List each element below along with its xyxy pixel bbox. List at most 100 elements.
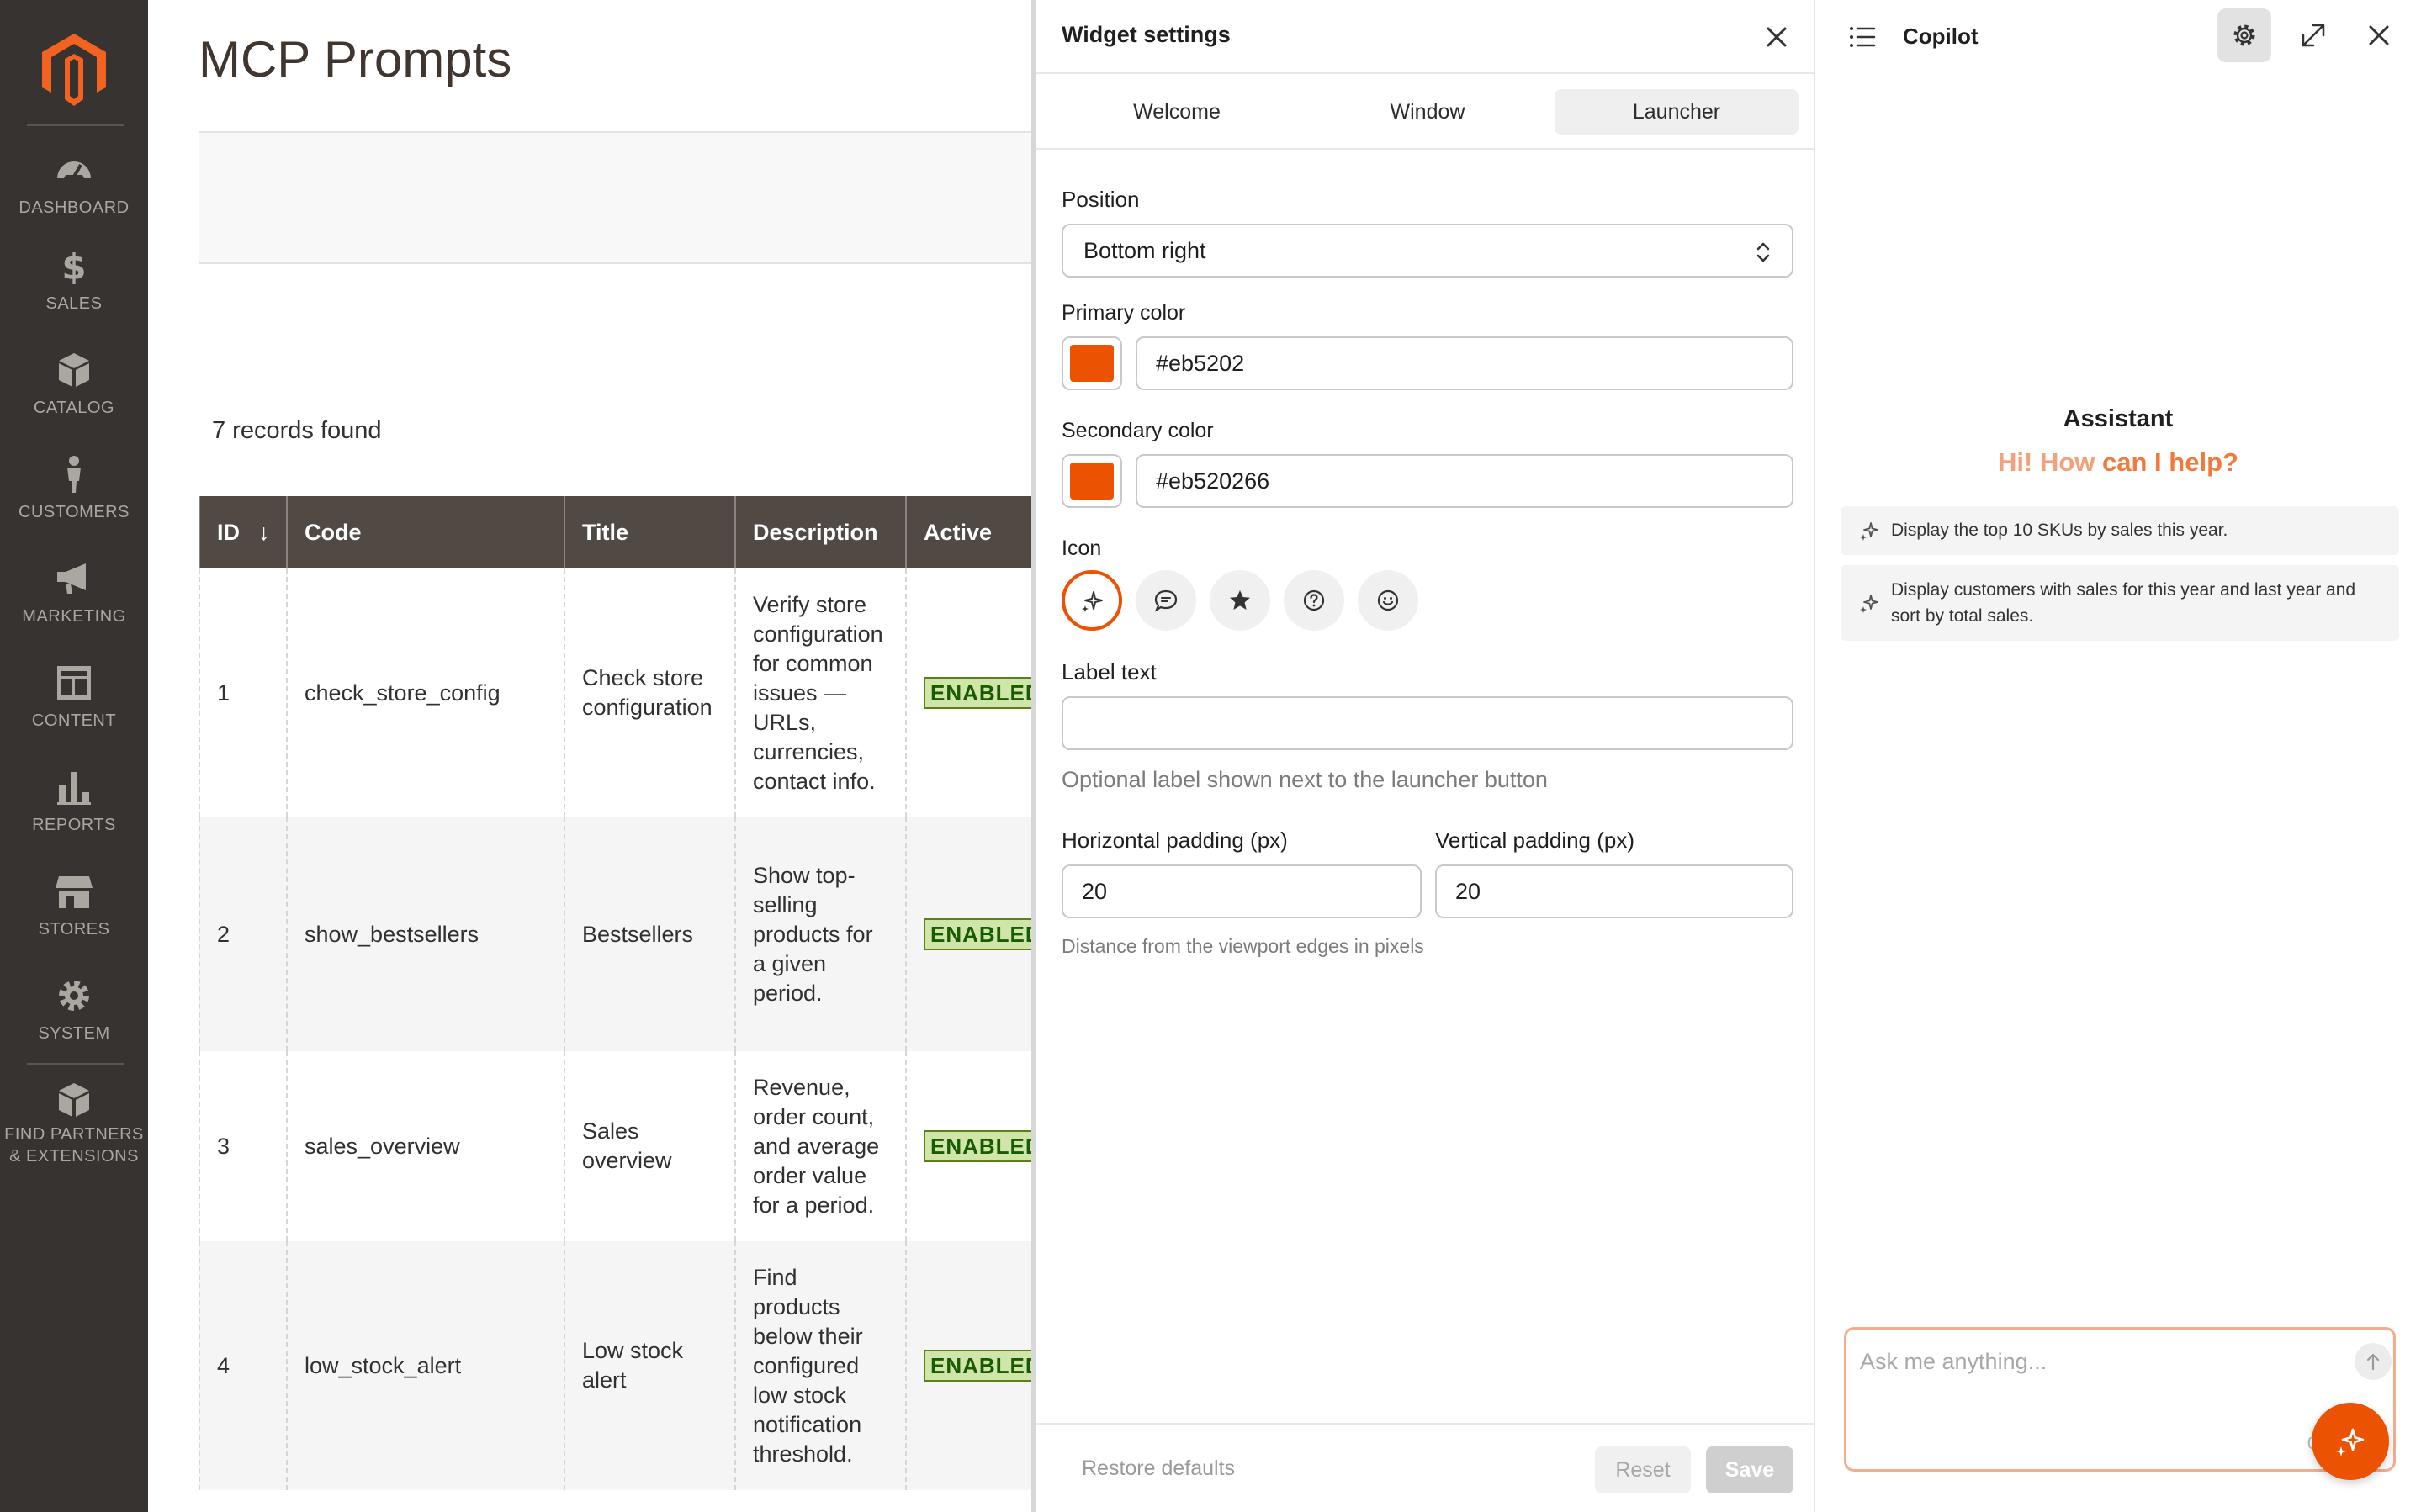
cell-code: sales_overview (286, 1051, 565, 1241)
chat-bubble-icon (1154, 589, 1178, 612)
column-header-description[interactable]: Description (734, 496, 907, 568)
vertical-padding-input[interactable] (1435, 864, 1793, 918)
primary-color-input[interactable] (1136, 336, 1793, 390)
gear-icon (2233, 24, 2255, 46)
settings-button[interactable] (2217, 8, 2271, 62)
horizontal-padding-input[interactable] (1062, 864, 1422, 918)
nav-label: SYSTEM (38, 1024, 110, 1043)
column-header-active[interactable]: Active (905, 496, 1033, 568)
icon-option-sparkle[interactable] (1062, 570, 1122, 631)
chevron-up-down-icon (1756, 242, 1770, 262)
nav-item-content[interactable]: CONTENT (0, 663, 148, 755)
sparkle-icon (1860, 595, 1878, 613)
secondary-color-chip (1070, 463, 1114, 500)
cell-title: Check store configuration (564, 568, 736, 817)
reset-button[interactable]: Reset (1595, 1446, 1691, 1493)
table-row[interactable]: 4 low_stock_alert Low stock alert Find p… (199, 1241, 1049, 1490)
tab-welcome[interactable]: Welcome (1055, 89, 1299, 135)
nav-item-system[interactable]: SYSTEM (0, 975, 148, 1068)
label-text-input[interactable] (1062, 696, 1793, 750)
list-icon[interactable] (1846, 20, 1879, 54)
svg-text:$: $ (61, 246, 86, 286)
table-row[interactable]: 1 check_store_config Check store configu… (199, 568, 1049, 817)
icon-option-smile[interactable] (1358, 570, 1418, 631)
secondary-color-input[interactable] (1136, 454, 1793, 508)
nav-item-stores[interactable]: STORES (0, 871, 148, 964)
nav-label: CATALOG (33, 399, 115, 417)
nav-item-reports[interactable]: REPORTS (0, 767, 148, 859)
send-button[interactable] (2355, 1343, 2392, 1380)
cell-description: Revenue, order count, and average order … (734, 1051, 907, 1241)
records-found: 7 records found (212, 417, 382, 444)
cell-description: Show top-selling products for a given pe… (734, 817, 907, 1051)
sparkle-icon (1082, 591, 1103, 612)
star-icon (1230, 590, 1250, 610)
primary-color-label: Primary color (1062, 301, 1186, 325)
nav-item-marketing[interactable]: MARKETING (0, 558, 148, 651)
save-button[interactable]: Save (1706, 1446, 1793, 1493)
position-select[interactable]: Bottom right (1062, 224, 1793, 278)
dashboard-icon (57, 161, 91, 178)
package-icon (59, 1083, 89, 1117)
cell-title: Low stock alert (564, 1241, 736, 1490)
suggestion-text: Display the top 10 SKUs by sales this ye… (1891, 521, 2228, 540)
cell-code: show_bestsellers (286, 817, 565, 1051)
cell-id: 3 (199, 1051, 288, 1241)
label-text-label: Label text (1062, 659, 1157, 685)
cell-id: 4 (199, 1241, 288, 1490)
nav-label: CUSTOMERS (19, 503, 130, 521)
cell-active: ENABLED (905, 1051, 1049, 1241)
icon-option-star[interactable] (1210, 570, 1270, 631)
nav-item-dashboard[interactable]: DASHBOARD (0, 150, 148, 242)
page-title: MCP Prompts (199, 31, 512, 87)
nav-item-customers[interactable]: CUSTOMERS (0, 454, 148, 547)
layout-icon (57, 666, 91, 700)
nav-label: STORES (38, 920, 110, 938)
horizontal-padding-label: Horizontal padding (px) (1062, 827, 1288, 853)
magento-logo-icon[interactable] (42, 34, 106, 106)
launcher-button[interactable] (2312, 1403, 2389, 1480)
dollar-icon: $ (61, 246, 86, 286)
restore-defaults-button[interactable]: Restore defaults (1082, 1456, 1235, 1481)
suggestion-item[interactable]: Display the top 10 SKUs by sales this ye… (1841, 506, 2399, 555)
nav-label: FIND PARTNERS (4, 1125, 144, 1144)
padding-hint: Distance from the viewport edges in pixe… (1062, 935, 1424, 957)
nav-item-catalog[interactable]: CATALOG (0, 350, 148, 442)
secondary-color-swatch[interactable] (1062, 454, 1122, 508)
nav-label: SALES (45, 294, 103, 313)
icon-option-help[interactable] (1284, 570, 1344, 631)
status-badge: ENABLED (924, 1350, 1049, 1382)
tab-launcher[interactable]: Launcher (1555, 89, 1799, 135)
cell-active: ENABLED (905, 1241, 1049, 1490)
column-header-code[interactable]: Code (286, 496, 565, 568)
chat-input[interactable] (1860, 1345, 2331, 1378)
cell-code: check_store_config (286, 568, 565, 817)
expand-icon[interactable] (2297, 19, 2330, 52)
nav-item-find-partners[interactable]: FIND PARTNERS & EXTENSIONS (0, 1080, 148, 1189)
close-icon[interactable] (2362, 19, 2396, 52)
primary-color-chip (1070, 345, 1114, 382)
nav-label: REPORTS (32, 816, 116, 834)
table-row[interactable]: 2 show_bestsellers Bestsellers Show top-… (199, 817, 1049, 1051)
cell-title: Bestsellers (564, 817, 736, 1051)
person-icon (67, 456, 81, 493)
status-badge: ENABLED (924, 1130, 1049, 1162)
icon-option-chat[interactable] (1136, 570, 1196, 631)
close-icon[interactable] (1758, 19, 1795, 56)
column-header-title[interactable]: Title (564, 496, 736, 568)
help-circle-icon (1303, 589, 1325, 611)
greeting-part-1: Hi! How (1998, 447, 2103, 477)
suggestion-item[interactable]: Display customers with sales for this ye… (1841, 565, 2399, 641)
widget-settings-tabs: Welcome Window Launcher (1036, 74, 1815, 150)
cell-title: Sales overview (564, 1051, 736, 1241)
cell-active: ENABLED (905, 568, 1049, 817)
cell-id: 2 (199, 817, 288, 1051)
tab-window[interactable]: Window (1306, 89, 1550, 135)
table-row[interactable]: 3 sales_overview Sales overview Revenue,… (199, 1051, 1049, 1241)
position-select-value: Bottom right (1083, 238, 1206, 263)
primary-color-swatch[interactable] (1062, 336, 1122, 390)
nav-item-sales[interactable]: $ SALES (0, 246, 148, 338)
column-header-id[interactable]: ID (199, 496, 288, 568)
widget-settings-panel: Widget settings Welcome Window Launcher … (1031, 0, 1815, 1512)
assistant-name: Assistant (2063, 405, 2174, 432)
